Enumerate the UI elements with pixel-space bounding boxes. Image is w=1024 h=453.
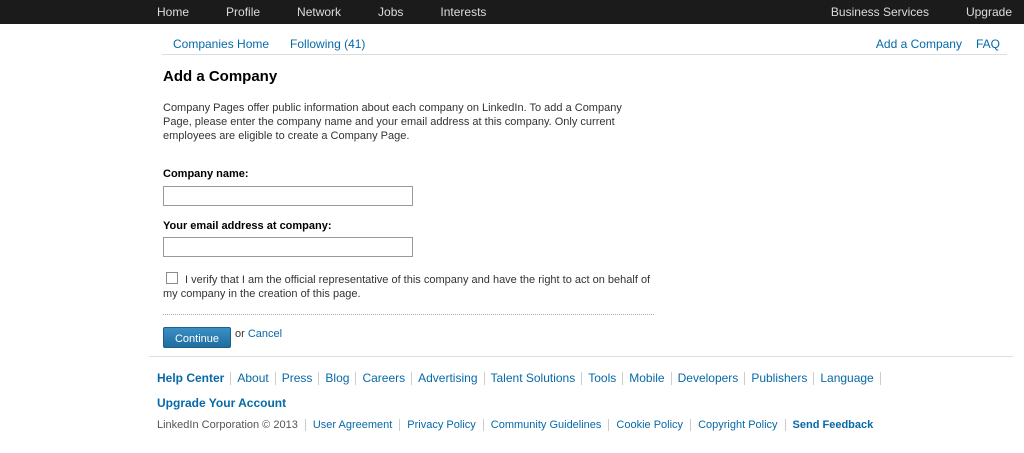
nav-jobs[interactable]: Jobs xyxy=(378,0,403,24)
form-divider xyxy=(163,314,654,315)
footer-publishers[interactable]: Publishers xyxy=(745,372,815,385)
footer-about[interactable]: About xyxy=(231,372,276,385)
subnav-following[interactable]: Following (41) xyxy=(290,37,365,51)
global-nav-bar: Home Profile Network Jobs Interests Busi… xyxy=(0,0,1024,24)
footer-legal: LinkedIn Corporation © 2013 User Agreeme… xyxy=(157,419,880,431)
footer-developers[interactable]: Developers xyxy=(672,372,746,385)
company-name-input[interactable] xyxy=(163,186,413,206)
verify-label: I verify that I am the official represen… xyxy=(163,274,651,300)
footer-links: Help Center About Press Blog Careers Adv… xyxy=(157,372,881,385)
companies-subnav: Companies Home Following (41) Add a Comp… xyxy=(162,30,1007,55)
footer-cookie-policy[interactable]: Cookie Policy xyxy=(609,419,692,431)
subnav-faq[interactable]: FAQ xyxy=(976,37,1000,51)
nav-home[interactable]: Home xyxy=(157,0,189,24)
global-nav-right: Business Services Upgrade xyxy=(794,0,1012,24)
footer-talent-solutions[interactable]: Talent Solutions xyxy=(485,372,583,385)
footer-blog[interactable]: Blog xyxy=(319,372,357,385)
or-text: or xyxy=(235,328,245,340)
nav-business-services[interactable]: Business Services xyxy=(831,0,929,24)
copyright-text: LinkedIn Corporation © 2013 xyxy=(157,419,306,431)
subnav-left: Companies Home Following (41) xyxy=(173,37,386,51)
footer-careers[interactable]: Careers xyxy=(356,372,413,385)
company-name-label: Company name: xyxy=(163,168,249,180)
nav-upgrade[interactable]: Upgrade xyxy=(966,0,1012,24)
cancel-link[interactable]: Cancel xyxy=(248,328,282,340)
or-cancel: or Cancel xyxy=(235,328,282,340)
intro-text: Company Pages offer public information a… xyxy=(163,102,622,142)
footer-send-feedback[interactable]: Send Feedback xyxy=(786,419,881,431)
footer-tools[interactable]: Tools xyxy=(582,372,624,385)
footer-privacy-policy[interactable]: Privacy Policy xyxy=(400,419,484,431)
footer-copyright-policy[interactable]: Copyright Policy xyxy=(691,419,786,431)
email-input[interactable] xyxy=(163,237,413,257)
nav-profile[interactable]: Profile xyxy=(226,0,260,24)
footer-help-center[interactable]: Help Center xyxy=(157,372,232,385)
footer-mobile[interactable]: Mobile xyxy=(623,372,672,385)
global-nav-left: Home Profile Network Jobs Interests xyxy=(157,0,523,24)
verify-row: I verify that I am the official represen… xyxy=(163,272,658,301)
page-title: Add a Company xyxy=(163,68,278,85)
email-label: Your email address at company: xyxy=(163,220,332,232)
subnav-add-company[interactable]: Add a Company xyxy=(876,37,962,51)
nav-network[interactable]: Network xyxy=(297,0,341,24)
footer-advertising[interactable]: Advertising xyxy=(412,372,485,385)
footer-press[interactable]: Press xyxy=(276,372,320,385)
footer-user-agreement[interactable]: User Agreement xyxy=(306,419,401,431)
subnav-right: Add a Company FAQ xyxy=(862,37,1000,51)
footer-community-guidelines[interactable]: Community Guidelines xyxy=(484,419,610,431)
footer-upgrade-account[interactable]: Upgrade Your Account xyxy=(157,396,286,410)
nav-interests[interactable]: Interests xyxy=(440,0,486,24)
verify-checkbox[interactable] xyxy=(166,272,178,284)
continue-button[interactable]: Continue xyxy=(163,327,231,348)
footer-divider xyxy=(149,356,1013,357)
subnav-companies-home[interactable]: Companies Home xyxy=(173,37,269,51)
footer-language[interactable]: Language xyxy=(814,372,881,385)
